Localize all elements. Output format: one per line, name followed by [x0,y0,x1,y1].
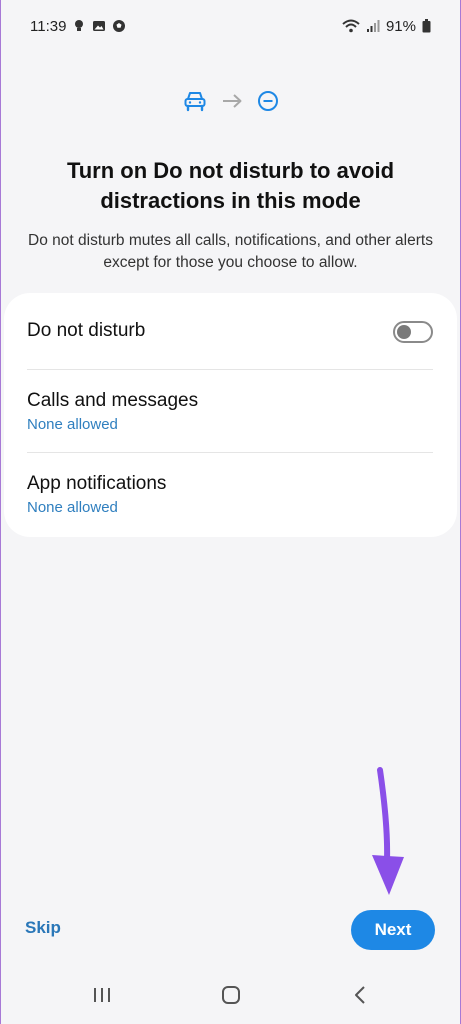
status-right: 91% [342,18,431,35]
back-icon[interactable] [352,984,368,1011]
row-title: Do not disturb [27,320,146,341]
annotation-arrow [360,765,420,905]
recents-icon[interactable] [92,984,112,1011]
toggle-knob [397,325,411,339]
battery-percent: 91% [385,17,416,35]
bulb-icon [72,19,86,33]
car-icon [183,90,207,117]
signal-icon [366,19,380,33]
status-bar: 11:39 91% [30,14,431,38]
step-indicator [0,90,461,117]
arrow-right-icon [221,93,243,114]
skip-button[interactable]: Skip [25,918,61,938]
do-not-disturb-icon [257,90,279,117]
row-subtitle: None allowed [27,499,118,516]
home-icon[interactable] [220,984,242,1011]
wifi-icon [342,19,360,33]
next-button[interactable]: Next [351,910,435,950]
page-description: Do not disturb mutes all calls, notifica… [28,232,433,271]
settings-card: Do not disturb Calls and messages None a… [4,293,457,537]
divider [27,369,433,370]
row-do-not-disturb[interactable]: Do not disturb [27,319,433,343]
row-subtitle: None allowed [27,416,118,433]
row-title: Calls and messages [27,390,199,411]
row-app-notifications[interactable]: App notifications None allowed [27,472,433,518]
soccer-icon [112,19,126,33]
row-calls-and-messages[interactable]: Calls and messages None allowed [27,389,433,435]
battery-icon [422,19,431,33]
gallery-icon [92,19,106,33]
page-title: Turn on Do not disturb to avoid distract… [66,158,395,213]
do-not-disturb-toggle[interactable] [393,321,433,343]
navigation-bar [0,976,461,1016]
status-time: 11:39 [30,17,67,35]
row-title: App notifications [27,473,167,494]
status-left: 11:39 [30,18,126,35]
divider [27,452,433,453]
